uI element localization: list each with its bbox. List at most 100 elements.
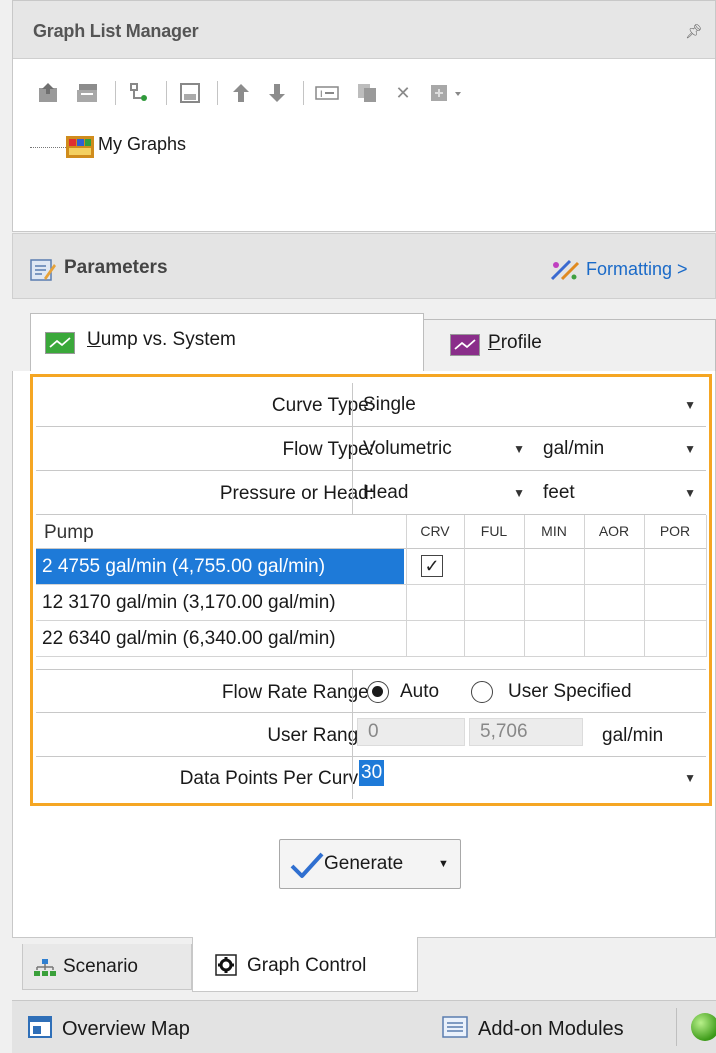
status-indicator-icon bbox=[691, 1013, 716, 1041]
svg-text:I: I bbox=[320, 89, 323, 99]
add-on-modules-button[interactable]: Add-on Modules bbox=[478, 1018, 624, 1041]
user-specified-radio-label[interactable]: User Specified bbox=[508, 681, 632, 703]
table-column-divider bbox=[464, 515, 465, 657]
tree-connector bbox=[30, 147, 66, 148]
column-header-aor: AOR bbox=[598, 523, 630, 539]
table-row[interactable]: 2 4755 gal/min (4,755.00 gal/min) ✓ bbox=[36, 549, 706, 585]
overview-map-button[interactable]: Overview Map bbox=[62, 1018, 190, 1041]
data-points-combobox[interactable]: 30 ▼ bbox=[353, 757, 706, 799]
pump-table-header: Pump CRV FUL MIN AOR POR bbox=[36, 515, 706, 549]
user-range-row: User Range: 0 5,706 gal/min bbox=[36, 713, 706, 757]
chevron-down-icon: ▼ bbox=[513, 486, 525, 500]
column-divider bbox=[352, 713, 353, 756]
refresh-icon[interactable] bbox=[425, 79, 469, 107]
copy-icon[interactable] bbox=[353, 79, 381, 107]
column-header-ful: FUL bbox=[480, 523, 508, 539]
toolbar-separator bbox=[217, 81, 218, 105]
column-header-pump: Pump bbox=[44, 522, 94, 543]
toolbar-separator bbox=[115, 81, 116, 105]
status-separator bbox=[676, 1008, 677, 1046]
add-on-modules-icon bbox=[442, 1016, 468, 1043]
line-graph-icon bbox=[450, 334, 480, 356]
graph-list-manager-title-bar: Graph List Manager 📌︎ bbox=[13, 1, 715, 59]
column-header-por: POR bbox=[659, 523, 691, 539]
add-graph-icon[interactable] bbox=[35, 79, 63, 107]
head-unit-value: feet bbox=[543, 482, 575, 503]
curve-type-value: Single bbox=[363, 394, 416, 415]
save-icon[interactable] bbox=[176, 79, 204, 107]
generate-button-label: Generate bbox=[324, 853, 404, 874]
head-unit-select[interactable]: feet ▼ bbox=[533, 471, 706, 514]
auto-radio[interactable] bbox=[367, 681, 389, 703]
tab-graph-control-label: Graph Control bbox=[247, 955, 367, 976]
graph-options-icon[interactable] bbox=[125, 79, 153, 107]
user-specified-radio[interactable] bbox=[471, 681, 493, 703]
tab-scenario[interactable]: Scenario bbox=[22, 944, 192, 990]
parameters-title: Parameters bbox=[64, 257, 168, 278]
add-folder-icon[interactable] bbox=[73, 79, 101, 107]
parameters-icon bbox=[30, 258, 56, 282]
graph-folder-icon[interactable] bbox=[66, 136, 94, 158]
crv-checkbox[interactable]: ✓ bbox=[421, 555, 443, 577]
tab-profile-label: Profile bbox=[488, 332, 542, 353]
table-row[interactable]: 12 3170 gal/min (3,170.00 gal/min) bbox=[36, 585, 706, 621]
table-column-divider bbox=[584, 515, 585, 657]
graph-list-toolbar: I ✕ bbox=[13, 59, 715, 121]
pump-name-cell: 12 3170 gal/min (3,170.00 gal/min) bbox=[42, 592, 336, 613]
table-column-divider bbox=[706, 515, 707, 657]
tree-item-my-graphs[interactable]: My Graphs bbox=[98, 134, 186, 155]
pin-icon[interactable]: 📌︎ bbox=[685, 23, 703, 40]
tab-profile[interactable]: Profile bbox=[424, 319, 716, 371]
data-points-row: Data Points Per Curve: 30 ▼ bbox=[36, 757, 706, 799]
formatting-icon[interactable] bbox=[548, 257, 582, 283]
flow-type-value: Volumetric bbox=[363, 438, 452, 459]
formatting-link[interactable]: Formatting > bbox=[586, 259, 688, 280]
pump-name-cell: 22 6340 gal/min (6,340.00 gal/min) bbox=[42, 628, 336, 649]
flow-type-select[interactable]: Volumetric ▼ bbox=[353, 427, 533, 470]
toolbar-separator bbox=[303, 81, 304, 105]
table-row[interactable]: 22 6340 gal/min (6,340.00 gal/min) bbox=[36, 621, 706, 657]
pump-name-cell: 2 4755 gal/min (4,755.00 gal/min) bbox=[36, 549, 404, 584]
chevron-down-icon: ▼ bbox=[513, 442, 525, 456]
flow-unit-value: gal/min bbox=[543, 438, 605, 459]
user-range-min-input[interactable]: 0 bbox=[357, 718, 465, 746]
tab-pump-vs-system-label: Uump vs. System bbox=[87, 329, 236, 350]
move-down-icon[interactable] bbox=[263, 79, 291, 107]
user-range-max-input[interactable]: 5,706 bbox=[469, 718, 583, 746]
curve-type-select[interactable]: Single ▼ bbox=[353, 383, 706, 426]
pressure-or-head-select[interactable]: Head ▼ bbox=[353, 471, 533, 514]
chevron-down-icon: ▼ bbox=[684, 398, 696, 412]
pressure-or-head-label: Pressure or Head: bbox=[219, 483, 374, 504]
checkmark-icon: ✓ bbox=[424, 556, 440, 576]
tab-graph-control[interactable]: Graph Control bbox=[192, 937, 418, 992]
checkmark-icon bbox=[290, 850, 324, 885]
tab-scenario-label: Scenario bbox=[63, 956, 138, 977]
column-header-crv: CRV bbox=[420, 523, 450, 539]
column-header-min: MIN bbox=[541, 523, 567, 539]
table-column-divider bbox=[406, 515, 407, 657]
line-graph-icon bbox=[45, 332, 75, 354]
table-column-divider bbox=[524, 515, 525, 657]
table-column-divider bbox=[644, 515, 645, 657]
flow-unit-select[interactable]: gal/min ▼ bbox=[533, 427, 706, 470]
overview-map-icon bbox=[28, 1016, 52, 1043]
pressure-or-head-value: Head bbox=[363, 482, 409, 503]
user-range-unit: gal/min bbox=[602, 725, 664, 746]
gear-icon bbox=[215, 954, 237, 981]
graph-list-manager-panel: Graph List Manager 📌︎ I ✕ bbox=[12, 0, 716, 232]
tab-pump-vs-system[interactable]: Uump vs. System bbox=[30, 313, 424, 371]
chevron-down-icon: ▼ bbox=[684, 486, 696, 500]
chevron-down-icon: ▼ bbox=[684, 442, 696, 456]
generate-button[interactable]: Generate ▼ bbox=[279, 839, 461, 889]
data-points-value[interactable]: 30 bbox=[359, 760, 385, 786]
panel-title: Graph List Manager bbox=[33, 21, 199, 41]
auto-radio-label[interactable]: Auto bbox=[400, 681, 439, 703]
pressure-or-head-row: Pressure or Head: Head ▼ feet ▼ bbox=[36, 471, 706, 515]
delete-icon[interactable]: ✕ bbox=[389, 79, 417, 107]
chevron-down-icon: ▼ bbox=[684, 771, 696, 785]
flow-type-row: Flow Type: Volumetric ▼ gal/min ▼ bbox=[36, 427, 706, 471]
chevron-down-icon[interactable]: ▼ bbox=[438, 858, 449, 870]
move-up-icon[interactable] bbox=[227, 79, 255, 107]
rename-icon[interactable]: I bbox=[313, 79, 341, 107]
column-divider bbox=[352, 670, 353, 712]
